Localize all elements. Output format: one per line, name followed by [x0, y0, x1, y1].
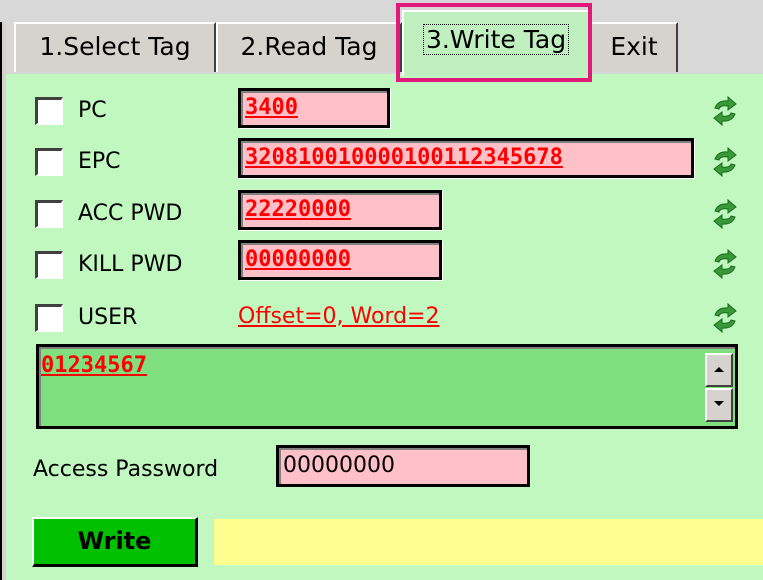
pc-refresh-icon[interactable] [710, 96, 740, 126]
pc-checkbox[interactable] [35, 97, 63, 125]
write-button[interactable]: Write [32, 517, 198, 567]
acc-pwd-label: ACC PWD [78, 201, 183, 226]
access-password-field[interactable]: 00000000 [276, 445, 530, 487]
scroll-down-icon [714, 401, 724, 406]
user-checkbox[interactable] [35, 304, 63, 332]
epc-field[interactable]: 320810010000100112345678 [238, 138, 694, 178]
kill-pwd-field[interactable]: 00000000 [238, 240, 442, 280]
kill-pwd-checkbox[interactable] [35, 251, 63, 279]
epc-refresh-icon[interactable] [710, 147, 740, 177]
acc-pwd-field[interactable]: 22220000 [238, 190, 442, 230]
access-password-label: Access Password [33, 457, 219, 482]
user-offset-link[interactable]: Offset=0, Word=2 [238, 303, 440, 331]
kill-pwd-label: KILL PWD [78, 252, 183, 277]
pc-field[interactable]: 3400 [238, 88, 390, 128]
user-refresh-icon[interactable] [710, 303, 740, 333]
epc-label: EPC [78, 149, 121, 174]
tab-exit[interactable]: Exit [590, 22, 678, 72]
pc-label: PC [78, 98, 107, 123]
kill-pwd-refresh-icon[interactable] [710, 249, 740, 279]
acc-pwd-checkbox[interactable] [35, 200, 63, 228]
highlight-box [396, 3, 592, 82]
epc-checkbox[interactable] [35, 148, 63, 176]
scroll-up-icon [714, 367, 724, 372]
user-label: USER [78, 305, 138, 330]
user-data-textarea[interactable]: 01234567 [36, 344, 738, 429]
status-bar [214, 519, 763, 565]
user-data-text: 01234567 [41, 353, 147, 378]
acc-pwd-refresh-icon[interactable] [710, 199, 740, 229]
tab-read-tag[interactable]: 2.Read Tag [216, 22, 402, 72]
write-tag-window: 1.Select Tag 2.Read Tag 3.Write Tag Exit… [0, 0, 763, 580]
scroll-up-button[interactable] [705, 353, 733, 387]
scroll-down-button[interactable] [705, 388, 733, 422]
tab-select-tag[interactable]: 1.Select Tag [14, 22, 216, 72]
